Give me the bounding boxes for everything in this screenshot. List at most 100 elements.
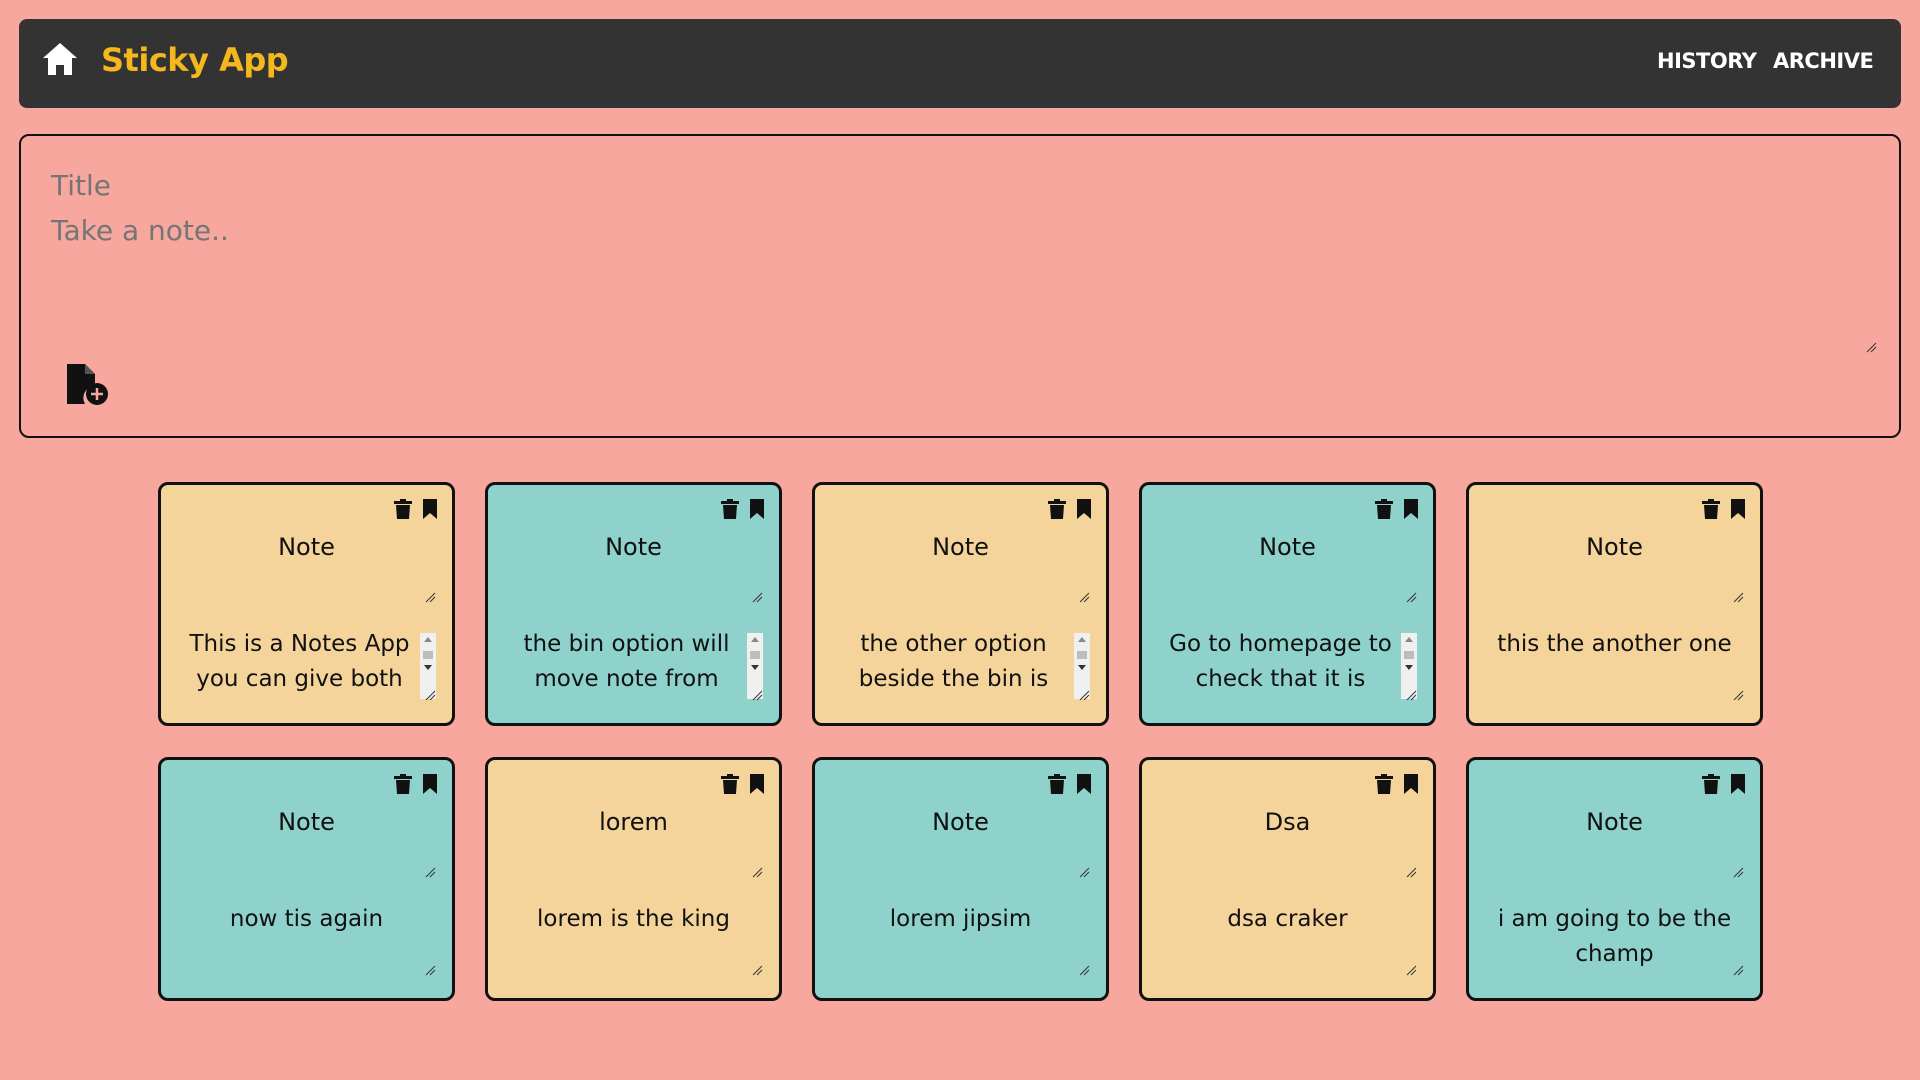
home-icon[interactable] <box>41 41 79 77</box>
note-actions <box>394 499 438 519</box>
trash-icon[interactable] <box>721 499 739 519</box>
resize-grip-icon[interactable] <box>1078 689 1090 701</box>
note-title[interactable]: Dsa <box>1142 808 1433 836</box>
note-actions <box>1375 499 1419 519</box>
note-actions <box>1702 499 1746 519</box>
note-body[interactable]: the other option beside the bin is <box>835 627 1072 697</box>
resize-grip-icon[interactable] <box>424 866 436 878</box>
note-card[interactable]: Note now tis again <box>158 757 455 1001</box>
note-body[interactable]: i am going to be the champ <box>1489 902 1740 972</box>
note-actions <box>394 774 438 794</box>
scroll-up-arrow-icon[interactable] <box>424 637 432 642</box>
trash-icon[interactable] <box>1048 499 1066 519</box>
trash-icon[interactable] <box>394 774 412 794</box>
bookmark-icon[interactable] <box>1730 499 1746 519</box>
scroll-down-arrow-icon[interactable] <box>424 665 432 670</box>
note-body[interactable]: lorem is the king <box>508 902 759 972</box>
nav-history-link[interactable]: HISTORY <box>1657 49 1757 73</box>
bookmark-icon[interactable] <box>1403 499 1419 519</box>
note-card[interactable]: Note Go to homepage to check that it is <box>1139 482 1436 726</box>
note-title[interactable]: Note <box>161 533 452 561</box>
note-actions <box>721 774 765 794</box>
scroll-down-arrow-icon[interactable] <box>1078 665 1086 670</box>
resize-grip-icon[interactable] <box>424 591 436 603</box>
bookmark-icon[interactable] <box>1730 774 1746 794</box>
note-card[interactable]: Note i am going to be the champ <box>1466 757 1763 1001</box>
note-composer <box>19 134 1901 438</box>
resize-grip-icon[interactable] <box>1732 689 1744 701</box>
note-body[interactable]: This is a Notes App you can give both <box>181 627 418 697</box>
note-actions <box>1048 499 1092 519</box>
scroll-down-arrow-icon[interactable] <box>751 665 759 670</box>
trash-icon[interactable] <box>394 499 412 519</box>
resize-grip-icon[interactable] <box>1405 689 1417 701</box>
scroll-down-arrow-icon[interactable] <box>1405 665 1413 670</box>
note-card[interactable]: Note the other option beside the bin is <box>812 482 1109 726</box>
scroll-thumb[interactable] <box>1404 651 1414 659</box>
resize-grip-icon[interactable] <box>751 964 763 976</box>
resize-grip-icon[interactable] <box>1078 591 1090 603</box>
note-actions <box>721 499 765 519</box>
note-title[interactable]: Note <box>1469 533 1760 561</box>
scroll-up-arrow-icon[interactable] <box>751 637 759 642</box>
scroll-up-arrow-icon[interactable] <box>1405 637 1413 642</box>
scroll-thumb[interactable] <box>423 651 433 659</box>
bookmark-icon[interactable] <box>1403 774 1419 794</box>
note-title[interactable]: Note <box>815 533 1106 561</box>
resize-grip-icon[interactable] <box>1732 866 1744 878</box>
resize-grip-icon[interactable] <box>751 591 763 603</box>
resize-grip-icon[interactable] <box>1078 964 1090 976</box>
note-actions <box>1375 774 1419 794</box>
add-note-icon[interactable] <box>63 362 111 406</box>
scroll-thumb[interactable] <box>750 651 760 659</box>
bookmark-icon[interactable] <box>422 499 438 519</box>
note-body[interactable]: the bin option will move note from <box>508 627 745 697</box>
resize-grip-icon[interactable] <box>1078 866 1090 878</box>
trash-icon[interactable] <box>1375 774 1393 794</box>
note-title[interactable]: Note <box>815 808 1106 836</box>
resize-grip-icon[interactable] <box>751 866 763 878</box>
nav-archive-link[interactable]: ARCHIVE <box>1773 49 1874 73</box>
resize-grip-icon[interactable] <box>424 964 436 976</box>
note-body[interactable]: Go to homepage to check that it is <box>1162 627 1399 697</box>
resize-grip-icon[interactable] <box>1405 591 1417 603</box>
note-body[interactable]: lorem jipsim <box>835 902 1086 972</box>
note-title[interactable]: lorem <box>488 808 779 836</box>
note-card[interactable]: Note the bin option will move note from <box>485 482 782 726</box>
note-title[interactable]: Note <box>1469 808 1760 836</box>
note-card[interactable]: Dsa dsa craker <box>1139 757 1436 1001</box>
bookmark-icon[interactable] <box>749 774 765 794</box>
scroll-thumb[interactable] <box>1077 651 1087 659</box>
note-body[interactable]: this the another one <box>1489 627 1740 697</box>
resize-grip-icon[interactable] <box>1405 866 1417 878</box>
bookmark-icon[interactable] <box>1076 774 1092 794</box>
bookmark-icon[interactable] <box>422 774 438 794</box>
note-card[interactable]: lorem lorem is the king <box>485 757 782 1001</box>
resize-grip-icon[interactable] <box>751 689 763 701</box>
resize-grip-icon[interactable] <box>1732 964 1744 976</box>
trash-icon[interactable] <box>1702 774 1720 794</box>
resize-grip-icon[interactable] <box>1732 591 1744 603</box>
note-title[interactable]: Note <box>1142 533 1433 561</box>
note-title-input[interactable] <box>49 168 1853 203</box>
resize-grip-icon[interactable] <box>1865 341 1877 353</box>
note-title[interactable]: Note <box>161 808 452 836</box>
bookmark-icon[interactable] <box>1076 499 1092 519</box>
trash-icon[interactable] <box>1375 499 1393 519</box>
bookmark-icon[interactable] <box>749 499 765 519</box>
scroll-up-arrow-icon[interactable] <box>1078 637 1086 642</box>
note-card[interactable]: Note lorem jipsim <box>812 757 1109 1001</box>
navbar: Sticky App HISTORY ARCHIVE <box>19 19 1901 108</box>
resize-grip-icon[interactable] <box>424 689 436 701</box>
note-body[interactable]: dsa craker <box>1162 902 1413 972</box>
note-body-input[interactable] <box>49 212 1853 336</box>
trash-icon[interactable] <box>721 774 739 794</box>
trash-icon[interactable] <box>1702 499 1720 519</box>
app-brand[interactable]: Sticky App <box>101 41 289 79</box>
note-card[interactable]: Note This is a Notes App you can give bot… <box>158 482 455 726</box>
trash-icon[interactable] <box>1048 774 1066 794</box>
note-card[interactable]: Note this the another one <box>1466 482 1763 726</box>
note-title[interactable]: Note <box>488 533 779 561</box>
resize-grip-icon[interactable] <box>1405 964 1417 976</box>
note-body[interactable]: now tis again <box>181 902 432 972</box>
